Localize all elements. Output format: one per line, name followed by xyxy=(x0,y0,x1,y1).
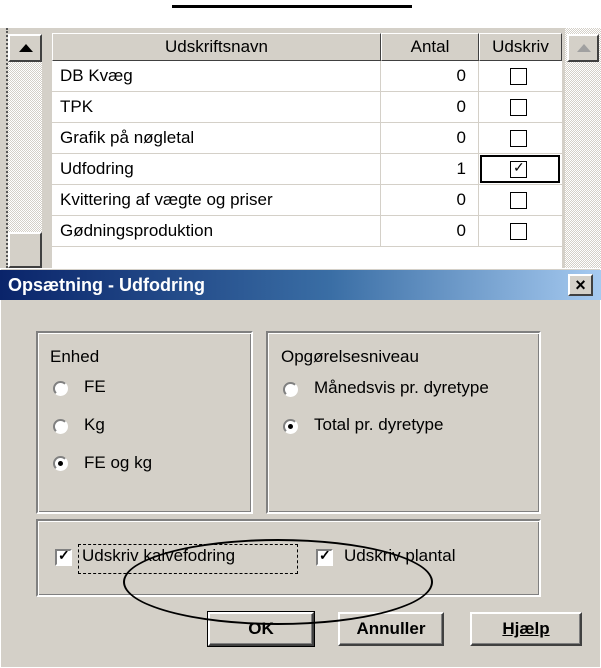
unit-group-title: Enhed xyxy=(50,347,100,366)
radio-monthly-label[interactable]: Månedsvis pr. dyretype xyxy=(314,378,489,398)
radio-selected-dot xyxy=(288,424,293,429)
row-print-checkbox[interactable] xyxy=(510,223,527,240)
arrow-up-icon xyxy=(19,44,33,52)
top-divider-line xyxy=(172,5,412,8)
table-row[interactable]: Udfodring 1 ✓ xyxy=(52,154,562,185)
help-button[interactable]: Hjælp xyxy=(470,612,582,646)
arrow-up-icon xyxy=(577,44,591,52)
row-count: 0 xyxy=(456,221,466,240)
close-icon: × xyxy=(575,275,586,295)
row-count: 0 xyxy=(456,128,466,147)
row-print-checkbox[interactable] xyxy=(510,99,527,116)
right-scrollbar[interactable] xyxy=(565,28,601,268)
radio-fe-og-kg-label[interactable]: FE og kg xyxy=(84,453,152,473)
row-name: TPK xyxy=(60,97,94,116)
row-name: Kvittering af vægte og priser xyxy=(60,190,273,209)
ok-button[interactable]: OK xyxy=(207,611,315,647)
table-row[interactable]: Kvittering af vægte og priser 0 xyxy=(52,185,562,216)
column-header-name[interactable]: Udskriftsnavn xyxy=(52,33,381,61)
radio-fe[interactable] xyxy=(53,381,68,396)
row-name: DB Kvæg xyxy=(60,66,133,85)
table-row[interactable]: Grafik på nøgletal 0 xyxy=(52,123,562,154)
cancel-button[interactable]: Annuller xyxy=(338,612,444,646)
check-icon: ✓ xyxy=(319,547,331,563)
print-list-grid: Udskriftsnavn Antal Udskriv DB Kvæg 0 TP… xyxy=(52,33,562,268)
row-name: Udfodring xyxy=(60,159,134,178)
check-icon: ✓ xyxy=(513,159,525,175)
row-name: Grafik på nøgletal xyxy=(60,128,195,147)
close-button[interactable]: × xyxy=(568,274,593,296)
dialog-title: Opsætning - Udfodring xyxy=(8,275,205,295)
row-print-checkbox[interactable] xyxy=(510,192,527,209)
radio-total[interactable] xyxy=(283,419,298,434)
checkbox-plantal[interactable]: ✓ xyxy=(316,547,333,566)
scroll-track[interactable] xyxy=(8,62,42,232)
print-options-groupbox: ✓ Udskriv kalvefodring ✓ Udskriv plantal xyxy=(36,519,541,597)
level-group-title: Opgørelsesniveau xyxy=(281,347,419,366)
checkbox-plantal-label[interactable]: Udskriv plantal xyxy=(344,546,456,566)
radio-fe-og-kg[interactable] xyxy=(53,456,68,471)
table-row[interactable]: DB Kvæg 0 xyxy=(52,61,562,92)
checkbox-kalvefodring-label[interactable]: Udskriv kalvefodring xyxy=(82,546,235,566)
row-print-checkbox[interactable] xyxy=(510,130,527,147)
radio-total-label[interactable]: Total pr. dyretype xyxy=(314,415,443,435)
row-count: 0 xyxy=(456,190,466,209)
unit-groupbox: Enhed FE Kg FE og kg xyxy=(36,331,253,514)
row-count: 1 xyxy=(456,159,466,178)
row-name: Gødningsproduktion xyxy=(60,221,214,240)
radio-monthly[interactable] xyxy=(283,382,298,397)
column-header-count[interactable]: Antal xyxy=(381,33,479,61)
check-icon: ✓ xyxy=(58,547,70,563)
row-print-checkbox[interactable] xyxy=(510,68,527,85)
table-row[interactable]: TPK 0 xyxy=(52,92,562,123)
row-print-checkbox[interactable]: ✓ xyxy=(510,159,527,178)
radio-selected-dot xyxy=(58,461,63,466)
left-scrollbar[interactable] xyxy=(8,28,44,268)
scroll-up-button[interactable] xyxy=(8,34,42,62)
level-groupbox: Opgørelsesniveau Månedsvis pr. dyretype … xyxy=(266,331,541,514)
table-row[interactable]: Gødningsproduktion 0 xyxy=(52,216,562,247)
scroll-up-button[interactable] xyxy=(567,34,599,62)
radio-fe-label[interactable]: FE xyxy=(84,377,106,397)
scroll-thumb[interactable] xyxy=(8,232,42,268)
row-count: 0 xyxy=(456,66,466,85)
radio-kg[interactable] xyxy=(53,419,68,434)
row-count: 0 xyxy=(456,97,466,116)
column-header-print[interactable]: Udskriv xyxy=(479,33,562,61)
checkbox-kalvefodring[interactable]: ✓ xyxy=(55,547,72,566)
radio-kg-label[interactable]: Kg xyxy=(84,415,105,435)
